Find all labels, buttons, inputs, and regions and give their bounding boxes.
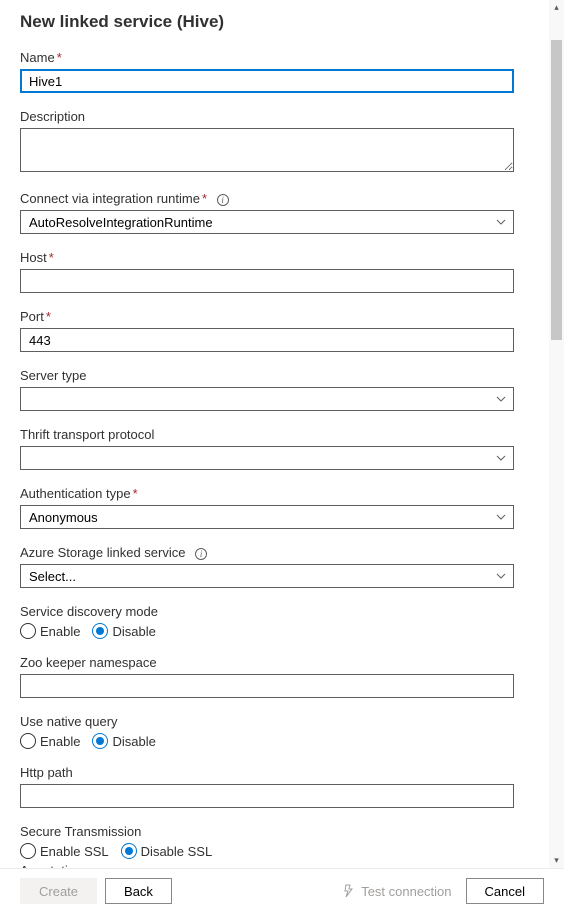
radio-label: Disable (112, 624, 155, 639)
required-asterisk: * (57, 50, 62, 65)
radio-label: Enable SSL (40, 844, 109, 859)
scrollbar-thumb[interactable] (551, 40, 562, 340)
radio-circle-icon (20, 623, 36, 639)
servicediscovery-radio-group: Enable Disable (20, 623, 514, 639)
radio-label: Enable (40, 624, 80, 639)
scroll-down-arrow[interactable]: ▾ (549, 853, 564, 868)
azurestorage-label-text: Azure Storage linked service (20, 545, 185, 560)
radio-circle-icon (20, 843, 36, 859)
httppath-label: Http path (20, 765, 514, 780)
nativequery-radio-group: Enable Disable (20, 733, 514, 749)
radio-circle-icon (92, 733, 108, 749)
required-asterisk: * (49, 250, 54, 265)
test-connection-button: Test connection (341, 884, 451, 899)
footer: Create Back Test connection Cancel (0, 868, 564, 913)
radio-dot-icon (125, 847, 133, 855)
zookeeper-field-group: Zoo keeper namespace (20, 655, 514, 698)
azurestorage-select-wrapper[interactable] (20, 564, 514, 588)
nativequery-field-group: Use native query Enable Disable (20, 714, 514, 749)
zookeeper-input[interactable] (20, 674, 514, 698)
runtime-field-group: Connect via integration runtime* i (20, 191, 514, 234)
name-field-group: Name* (20, 50, 514, 93)
host-field-group: Host* (20, 250, 514, 293)
authtype-label-text: Authentication type (20, 486, 131, 501)
azurestorage-label: Azure Storage linked service i (20, 545, 514, 560)
nativequery-enable-radio[interactable]: Enable (20, 733, 80, 749)
port-label: Port* (20, 309, 514, 324)
securetransmission-label: Secure Transmission (20, 824, 514, 839)
info-icon[interactable]: i (195, 548, 207, 560)
azurestorage-select[interactable] (20, 564, 514, 588)
securetransmission-disable-radio[interactable]: Disable SSL (121, 843, 213, 859)
name-label-text: Name (20, 50, 55, 65)
authtype-select[interactable] (20, 505, 514, 529)
test-connection-label: Test connection (361, 884, 451, 899)
azurestorage-field-group: Azure Storage linked service i (20, 545, 514, 588)
required-asterisk: * (202, 191, 207, 206)
radio-label: Disable (112, 734, 155, 749)
flash-icon (341, 884, 355, 898)
authtype-field-group: Authentication type* (20, 486, 514, 529)
radio-label: Disable SSL (141, 844, 213, 859)
servertype-select-wrapper[interactable] (20, 387, 514, 411)
thrift-select[interactable] (20, 446, 514, 470)
httppath-field-group: Http path (20, 765, 514, 808)
required-asterisk: * (46, 309, 51, 324)
radio-circle-icon (20, 733, 36, 749)
port-field-group: Port* (20, 309, 514, 352)
page-title: New linked service (Hive) (20, 12, 514, 32)
name-label: Name* (20, 50, 514, 65)
servicediscovery-enable-radio[interactable]: Enable (20, 623, 80, 639)
securetransmission-radio-group: Enable SSL Disable SSL (20, 843, 514, 859)
radio-dot-icon (96, 737, 104, 745)
servicediscovery-disable-radio[interactable]: Disable (92, 623, 155, 639)
radio-circle-icon (121, 843, 137, 859)
runtime-select[interactable] (20, 210, 514, 234)
radio-label: Enable (40, 734, 80, 749)
radio-dot-icon (96, 627, 104, 635)
cancel-button[interactable]: Cancel (466, 878, 544, 904)
httppath-input[interactable] (20, 784, 514, 808)
thrift-field-group: Thrift transport protocol (20, 427, 514, 470)
runtime-select-wrapper[interactable] (20, 210, 514, 234)
securetransmission-field-group: Secure Transmission Enable SSL Disable S… (20, 824, 514, 859)
thrift-label: Thrift transport protocol (20, 427, 514, 442)
port-input[interactable] (20, 328, 514, 352)
servertype-select[interactable] (20, 387, 514, 411)
authtype-label: Authentication type* (20, 486, 514, 501)
create-button: Create (20, 878, 97, 904)
authtype-select-wrapper[interactable] (20, 505, 514, 529)
port-label-text: Port (20, 309, 44, 324)
nativequery-label: Use native query (20, 714, 514, 729)
runtime-label: Connect via integration runtime* i (20, 191, 514, 206)
required-asterisk: * (133, 486, 138, 501)
host-input[interactable] (20, 269, 514, 293)
name-input[interactable] (20, 69, 514, 93)
servertype-field-group: Server type (20, 368, 514, 411)
thrift-select-wrapper[interactable] (20, 446, 514, 470)
host-label-text: Host (20, 250, 47, 265)
scrollbar-track[interactable]: ▴ ▾ (549, 0, 564, 868)
description-field-group: Description (20, 109, 514, 175)
host-label: Host* (20, 250, 514, 265)
runtime-label-text: Connect via integration runtime (20, 191, 200, 206)
back-button[interactable]: Back (105, 878, 172, 904)
securetransmission-enable-radio[interactable]: Enable SSL (20, 843, 109, 859)
scroll-up-arrow[interactable]: ▴ (549, 0, 564, 15)
servicediscovery-label: Service discovery mode (20, 604, 514, 619)
info-icon[interactable]: i (217, 194, 229, 206)
description-textarea[interactable] (20, 128, 514, 172)
zookeeper-label: Zoo keeper namespace (20, 655, 514, 670)
radio-circle-icon (92, 623, 108, 639)
servicediscovery-field-group: Service discovery mode Enable Disable (20, 604, 514, 639)
description-label: Description (20, 109, 514, 124)
nativequery-disable-radio[interactable]: Disable (92, 733, 155, 749)
servertype-label: Server type (20, 368, 514, 383)
